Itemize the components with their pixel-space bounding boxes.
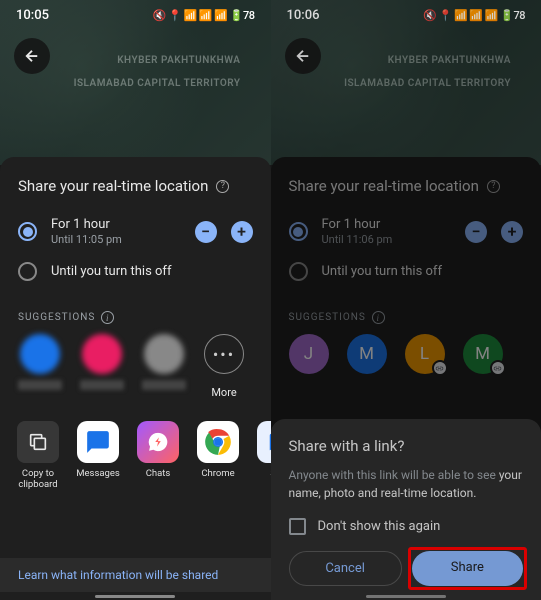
app-copy-to-clipboard[interactable]: Copy to clipboard <box>14 421 62 491</box>
option-label: For 1 hour <box>51 217 181 232</box>
arrow-left-icon <box>294 47 312 65</box>
decrease-time-button[interactable]: − <box>465 221 487 243</box>
option-sublabel: Until 11:05 pm <box>51 233 181 246</box>
radio-labels: For 1 hour Until 11:05 pm <box>51 217 181 246</box>
home-indicator[interactable] <box>95 595 175 598</box>
decrease-time-button[interactable]: − <box>195 221 217 243</box>
back-button[interactable] <box>14 38 50 74</box>
app-label: Chats <box>146 468 171 479</box>
info-icon[interactable]: i <box>101 311 114 324</box>
more-label: More <box>211 386 236 399</box>
sheet-title-row: Share your real-time location ? <box>0 171 271 209</box>
suggestions-header: SUGGESTIONS i <box>271 289 541 334</box>
suggestions-row: JMLM <box>271 334 541 374</box>
option-sublabel: Until 11:06 pm <box>322 233 452 246</box>
messages-icon <box>77 421 119 463</box>
app-save[interactable]: Sav <box>254 421 271 491</box>
radio-checked-icon <box>289 222 308 241</box>
contact-name <box>142 380 186 390</box>
status-bar: 10:05 🔇 📍 📶 📶 📶 🔋78 <box>0 0 271 30</box>
avatar-icon <box>20 334 60 374</box>
map-region-label: KHYBER PAKHTUNKHWA <box>388 55 511 66</box>
link-badge-icon <box>432 360 448 376</box>
radio-labels: Until you turn this off <box>51 264 253 279</box>
avatar-icon: L <box>405 334 445 374</box>
avatar-icon <box>82 334 122 374</box>
share-button[interactable]: Share <box>412 551 523 586</box>
status-icons: 🔇 📍 📶 📶 📶 🔋78 <box>423 9 525 22</box>
dont-show-again-checkbox[interactable]: Don't show this again <box>289 518 524 535</box>
share-apps-row: Copy to clipboard Messages Chats Chrome <box>0 399 271 495</box>
suggestion-contact[interactable]: L <box>405 334 445 374</box>
app-label: Chrome <box>201 468 234 479</box>
status-icons: 🔇 📍 📶 📶 📶 🔋78 <box>153 9 255 22</box>
screen-left: KHYBER PAKHTUNKHWA ISLAMABAD CAPITAL TER… <box>0 0 271 600</box>
sheet-title-text: Share your real-time location <box>289 177 479 195</box>
info-icon[interactable]: i <box>372 311 385 324</box>
chrome-icon <box>197 421 239 463</box>
sheet-title-text: Share your real-time location <box>18 177 208 195</box>
suggestion-contact[interactable] <box>142 334 186 390</box>
duration-option-1hour[interactable]: For 1 hour Until 11:06 pm − + <box>271 209 541 254</box>
suggestion-contact[interactable] <box>80 334 124 390</box>
suggestions-header: SUGGESTIONS i <box>0 289 271 334</box>
status-bar: 10:06 🔇 📍 📶 📶 📶 🔋78 <box>271 0 541 30</box>
option-label: Until you turn this off <box>51 264 253 279</box>
increase-time-button[interactable]: + <box>501 221 523 243</box>
map-region-label: KHYBER PAKHTUNKHWA <box>117 55 240 66</box>
dialog-body: Anyone with this link will be able to se… <box>289 467 524 502</box>
avatar-icon: M <box>347 334 387 374</box>
app-chrome[interactable]: Chrome <box>194 421 242 491</box>
contact-name <box>18 380 62 390</box>
more-button[interactable]: ••• More <box>204 334 244 399</box>
status-time: 10:05 <box>16 8 49 23</box>
duration-option-until-off[interactable]: Until you turn this off <box>0 254 271 289</box>
map-region-label: ISLAMABAD CAPITAL TERRITORY <box>74 78 241 89</box>
learn-info-link[interactable]: Learn what information will be shared <box>0 558 271 592</box>
radio-checked-icon <box>18 222 37 241</box>
checkbox-label: Don't show this again <box>318 519 441 534</box>
app-label: Messages <box>76 468 120 479</box>
home-indicator[interactable] <box>366 595 446 598</box>
duration-option-until-off[interactable]: Until you turn this off <box>271 254 541 289</box>
suggestion-contact[interactable]: M <box>463 334 503 374</box>
app-label: Copy to clipboard <box>14 468 62 491</box>
help-icon[interactable]: ? <box>216 180 229 193</box>
screen-right: KHYBER PAKHTUNKHWA ISLAMABAD CAPITAL TER… <box>271 0 541 600</box>
share-location-sheet: Share your real-time location ? For 1 ho… <box>0 157 271 600</box>
share-link-dialog: Share with a link? Anyone with this link… <box>271 419 541 600</box>
suggestions-row: ••• More <box>0 334 271 399</box>
suggestion-contact[interactable] <box>18 334 62 390</box>
avatar-icon <box>144 334 184 374</box>
app-messages[interactable]: Messages <box>74 421 122 491</box>
map-region-label: ISLAMABAD CAPITAL TERRITORY <box>344 78 511 89</box>
duration-option-1hour[interactable]: For 1 hour Until 11:05 pm − + <box>0 209 271 254</box>
radio-unchecked-icon <box>289 262 308 281</box>
back-button[interactable] <box>285 38 321 74</box>
save-icon <box>257 421 271 463</box>
increase-time-button[interactable]: + <box>231 221 253 243</box>
ellipsis-icon: ••• <box>204 334 244 374</box>
checkbox-icon <box>289 518 306 535</box>
suggestion-contact[interactable]: J <box>289 334 329 374</box>
avatar-icon: M <box>463 334 503 374</box>
radio-unchecked-icon <box>18 262 37 281</box>
dialog-title: Share with a link? <box>289 437 524 455</box>
contact-name <box>80 380 124 390</box>
copy-icon <box>17 421 59 463</box>
link-badge-icon <box>490 360 506 376</box>
help-icon[interactable]: ? <box>487 180 500 193</box>
suggestion-contact[interactable]: M <box>347 334 387 374</box>
cancel-button[interactable]: Cancel <box>289 551 402 586</box>
dialog-buttons: Cancel Share <box>289 551 524 586</box>
chats-icon <box>137 421 179 463</box>
arrow-left-icon <box>23 47 41 65</box>
app-chats[interactable]: Chats <box>134 421 182 491</box>
option-label: For 1 hour <box>322 217 452 232</box>
avatar-icon: J <box>289 334 329 374</box>
sheet-title-row: Share your real-time location ? <box>271 171 541 209</box>
option-label: Until you turn this off <box>322 264 524 279</box>
status-time: 10:06 <box>287 8 320 23</box>
